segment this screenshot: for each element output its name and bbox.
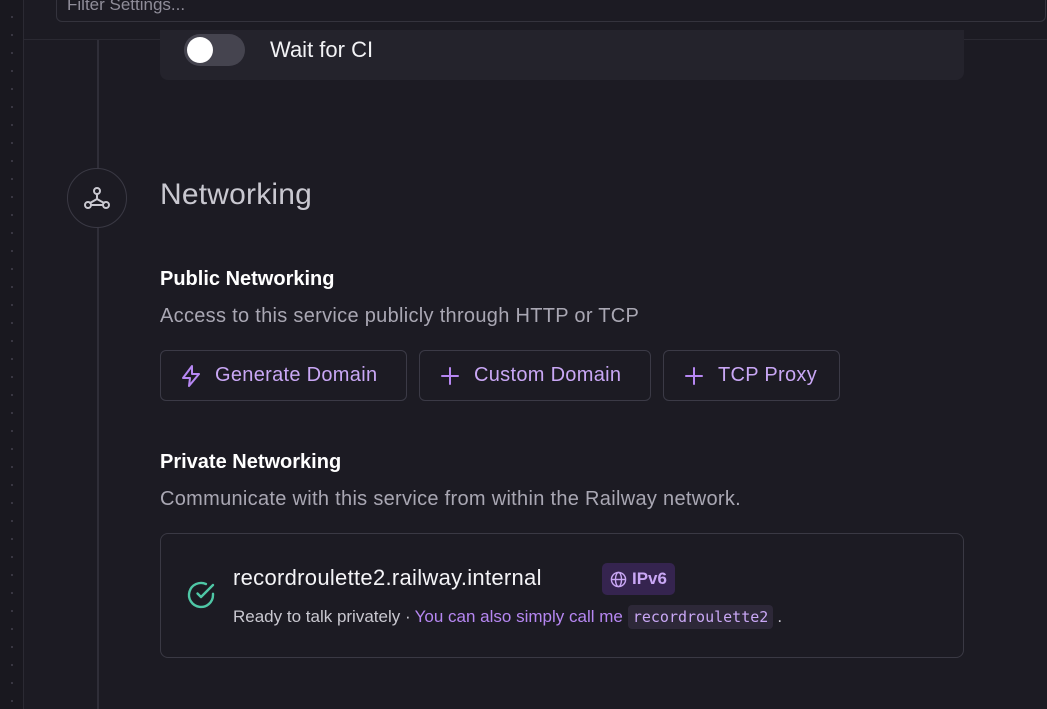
check-circle-icon (185, 579, 217, 616)
ipv6-badge: IPv6 (602, 563, 675, 595)
filter-settings-input[interactable]: Filter Settings... (56, 0, 1046, 22)
ipv6-label: IPv6 (632, 569, 667, 588)
wait-for-ci-toggle[interactable] (184, 34, 245, 66)
plus-icon (438, 364, 462, 388)
public-networking-title: Public Networking (160, 268, 335, 290)
filter-placeholder: Filter Settings... (67, 0, 186, 14)
timeline-line (97, 40, 99, 709)
private-status-line: Ready to talk privately · You can also s… (233, 605, 782, 629)
private-domain[interactable]: recordroulette2.railway.internal (233, 565, 542, 591)
section-title-networking: Networking (160, 178, 313, 211)
alias-hint: You can also simply call me (414, 607, 623, 626)
wait-for-ci-card: Wait for CI (160, 30, 964, 80)
plus-icon (682, 364, 706, 388)
left-rail (0, 0, 24, 709)
alias-code[interactable]: recordroulette2 (627, 605, 774, 629)
status-period: . (777, 607, 783, 626)
tcp-proxy-label: TCP Proxy (718, 364, 818, 386)
custom-domain-button[interactable]: Custom Domain (419, 350, 651, 401)
network-nodes-icon (67, 168, 127, 228)
globe-icon (610, 571, 627, 588)
generate-domain-label: Generate Domain (215, 364, 378, 386)
tcp-proxy-button[interactable]: TCP Proxy (663, 350, 840, 401)
public-networking-description: Access to this service publicly through … (160, 305, 640, 327)
wait-for-ci-label: Wait for CI (270, 37, 374, 62)
generate-domain-button[interactable]: Generate Domain (160, 350, 407, 401)
private-networking-description: Communicate with this service from withi… (160, 488, 742, 510)
toggle-knob (187, 37, 213, 63)
private-networking-card: recordroulette2.railway.internal IPv6 Re… (160, 533, 964, 658)
private-networking-title: Private Networking (160, 451, 342, 473)
bolt-icon (179, 364, 203, 388)
status-text: Ready to talk privately · (233, 607, 411, 626)
custom-domain-label: Custom Domain (474, 364, 622, 386)
